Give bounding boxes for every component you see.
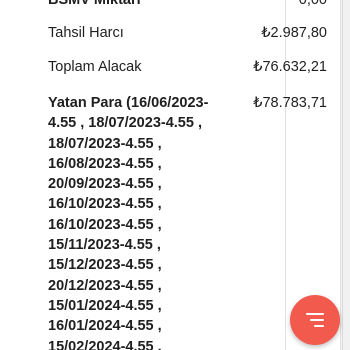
tahsil-harci-value: ₺2.987,80 (261, 25, 327, 41)
toplam-alacak-value: ₺76.632,21 (253, 59, 327, 75)
toplam-alacak-row: Toplam Alacak ₺76.632,21 (48, 57, 334, 91)
tahsil-harci-label: Tahsil Harcı (48, 25, 124, 41)
screen: BSMV Miktarı 0,00 Tahsil Harcı ₺2.987,80… (0, 0, 350, 350)
yatan-para-value: ₺78.783,71 (253, 95, 327, 111)
bsmv-label: BSMV Miktarı (48, 0, 141, 8)
bsmv-value: 0,00 (298, 0, 327, 8)
bsmv-row: BSMV Miktarı 0,00 (48, 0, 334, 23)
details-list: BSMV Miktarı 0,00 Tahsil Harcı ₺2.987,80… (48, 0, 334, 350)
toplam-alacak-label: Toplam Alacak (48, 59, 142, 75)
tahsil-harci-row: Tahsil Harcı ₺2.987,80 (48, 23, 334, 57)
menu-fab-button[interactable] (290, 295, 340, 345)
yatan-para-label: Yatan Para (16/06/2023- 4.55 , 18/07/202… (48, 95, 209, 350)
scrollbar-thumb[interactable] (342, 0, 349, 350)
menu-icon (306, 313, 324, 327)
